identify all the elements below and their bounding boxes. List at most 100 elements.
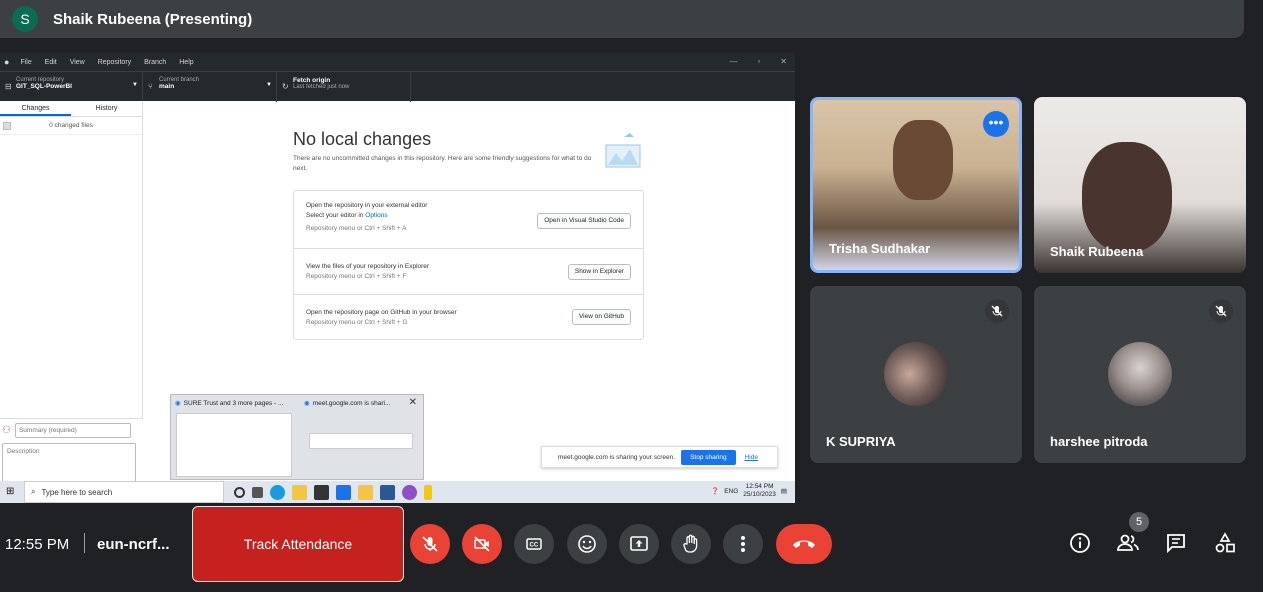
notification-icon[interactable]: ▤ — [781, 487, 787, 495]
fetch-label: Fetch origin — [293, 77, 331, 84]
taskbar-search[interactable]: ⌕ Type here to search — [24, 481, 224, 503]
preview-thumbnail-2 — [309, 433, 413, 449]
current-branch-button[interactable]: ⑂ Current branch main ▼ — [143, 72, 277, 102]
stop-sharing-button[interactable]: Stop sharing — [681, 449, 736, 465]
chat-icon — [1167, 534, 1185, 554]
edge-icon: ◉ — [175, 400, 181, 407]
select-all-checkbox[interactable] — [3, 122, 11, 130]
no-local-changes-title: No local changes — [293, 129, 432, 149]
camera-off-icon — [474, 536, 490, 552]
windows-start-icon[interactable]: ⊞ — [6, 486, 14, 497]
meeting-details-button[interactable] — [1064, 527, 1096, 559]
chat-button[interactable] — [1160, 527, 1192, 559]
close-icon[interactable]: ✕ — [780, 57, 787, 66]
sticky-app-icon[interactable] — [358, 484, 373, 500]
tab-history[interactable]: History — [71, 101, 142, 116]
system-date: 25/10/2023 — [743, 491, 776, 498]
presenter-avatar: S — [12, 6, 38, 32]
image-app-icon[interactable] — [380, 484, 395, 500]
participant-tile-harshee[interactable]: harshee pitroda — [1034, 286, 1246, 463]
close-icon[interactable]: ✕ — [409, 397, 417, 408]
camera-off-button[interactable] — [462, 524, 502, 564]
github-toolbar: ⊟ Current repository GIT_SQL-PowerBI ▼ ⑂… — [0, 71, 795, 102]
end-call-icon — [793, 540, 815, 548]
raise-hand-button[interactable] — [671, 524, 711, 564]
menu-file[interactable]: File — [20, 59, 31, 66]
present-button[interactable] — [619, 524, 659, 564]
menu-edit[interactable]: Edit — [45, 59, 57, 66]
no-local-changes-subtitle: There are no uncommitted changes in this… — [293, 155, 592, 172]
menu-help[interactable]: Help — [179, 59, 193, 66]
preview-item-2[interactable]: ◉ meet.google.com is shari... — [304, 399, 390, 408]
mic-off-icon — [422, 536, 438, 552]
github-sidebar: Changes History 0 changed files ⚇ Descri… — [0, 101, 143, 503]
tab-changes[interactable]: Changes — [0, 101, 71, 116]
show-in-explorer-button[interactable]: Show in Explorer — [567, 264, 631, 280]
hide-link[interactable]: Hide — [745, 454, 758, 461]
people-button[interactable] — [1112, 527, 1144, 559]
system-clock[interactable]: 12:54 PM 25/10/2023 — [743, 483, 776, 499]
preview-item-1-label: SURE Trust and 3 more pages - ... — [183, 399, 284, 407]
menu-branch[interactable]: Branch — [144, 59, 166, 66]
maximize-icon[interactable]: ▫ — [757, 57, 760, 66]
taskbar-search-text: Type here to search — [41, 487, 113, 497]
mic-off-button[interactable] — [410, 524, 450, 564]
captions-button[interactable]: CC — [514, 524, 554, 564]
system-tray: ❓ ENG 12:54 PM 25/10/2023 ▤ — [711, 483, 787, 499]
user-avatar-icon: ⚇ — [2, 425, 11, 436]
reactions-button[interactable] — [567, 524, 607, 564]
preview-thumbnail-1 — [176, 413, 292, 477]
open-in-vscode-button[interactable]: Open in Visual Studio Code — [537, 213, 631, 229]
participant-tile-shaik[interactable]: Shaik Rubeena — [1034, 97, 1246, 273]
help-icon[interactable]: ❓ — [711, 487, 719, 495]
more-options-icon[interactable]: ••• — [983, 111, 1009, 137]
more-vert-icon — [741, 536, 745, 552]
task-view-icon[interactable] — [252, 486, 263, 498]
track-attendance-button[interactable]: Track Attendance — [192, 506, 404, 582]
illustration-icon — [605, 133, 641, 168]
fetch-origin-button[interactable]: ↻ Fetch origin Last fetched just now — [277, 72, 411, 102]
meeting-time: 12:55 PM — [5, 536, 70, 553]
powerbi-icon[interactable] — [424, 484, 432, 500]
options-link[interactable]: Options — [365, 212, 387, 219]
meeting-code: eun-ncrf... — [97, 536, 170, 553]
menu-repository[interactable]: Repository — [98, 59, 131, 66]
github-app-icon[interactable] — [402, 484, 417, 500]
participant-tile-trisha[interactable]: ••• Trisha Sudhakar — [810, 97, 1022, 273]
suggestion-cards: Open the repository in your external edi… — [293, 190, 644, 340]
edge-app-icon[interactable] — [270, 484, 285, 500]
leave-call-button[interactable] — [776, 524, 832, 564]
participant-tile-supriya[interactable]: K SUPRIYA — [810, 286, 1022, 463]
participant-avatar — [884, 342, 948, 406]
summary-input[interactable] — [14, 423, 131, 438]
video-feed — [1082, 142, 1172, 252]
chevron-down-icon: ▼ — [132, 82, 138, 88]
info-icon — [1070, 533, 1090, 553]
menu-view[interactable]: View — [70, 59, 85, 66]
more-options-button[interactable] — [723, 524, 763, 564]
view-on-github-button[interactable]: View on GitHub — [571, 309, 631, 325]
participant-name: harshee pitroda — [1050, 434, 1148, 449]
windows-taskbar: ⊞ ⌕ Type here to search ❓ ENG 12:54 PM 2… — [0, 481, 795, 503]
fetch-sub: Last fetched just now — [293, 84, 350, 90]
card-external-editor: Open the repository in your external edi… — [294, 191, 643, 249]
minimize-icon[interactable]: — — [729, 57, 737, 66]
video-feed — [893, 120, 953, 200]
card-show-explorer: View the files of your repository in Exp… — [294, 249, 643, 295]
screen-share-bar: meet.google.com is sharing your screen. … — [541, 446, 778, 468]
cortana-icon[interactable] — [234, 486, 245, 498]
store-icon[interactable] — [314, 484, 329, 500]
participant-avatar — [1108, 342, 1172, 406]
file-explorer-icon[interactable] — [292, 484, 307, 500]
search-icon: ⌕ — [31, 487, 36, 496]
branch-name: main — [159, 83, 175, 90]
participant-name: K SUPRIYA — [826, 434, 896, 449]
preview-item-1[interactable]: ◉ SURE Trust and 3 more pages - ... — [175, 399, 284, 408]
current-repository-button[interactable]: ⊟ Current repository GIT_SQL-PowerBI ▼ — [0, 72, 143, 102]
github-titlebar: ● File Edit View Repository Branch Help … — [0, 53, 795, 71]
lang-label[interactable]: ENG — [724, 488, 738, 495]
call-controls-bar: 12:55 PM eun-ncrf... Track Attendance CC… — [0, 505, 1263, 592]
activities-button[interactable] — [1209, 527, 1241, 559]
window-controls: — ▫ ✕ — [729, 57, 787, 66]
mail-icon[interactable] — [336, 484, 351, 500]
